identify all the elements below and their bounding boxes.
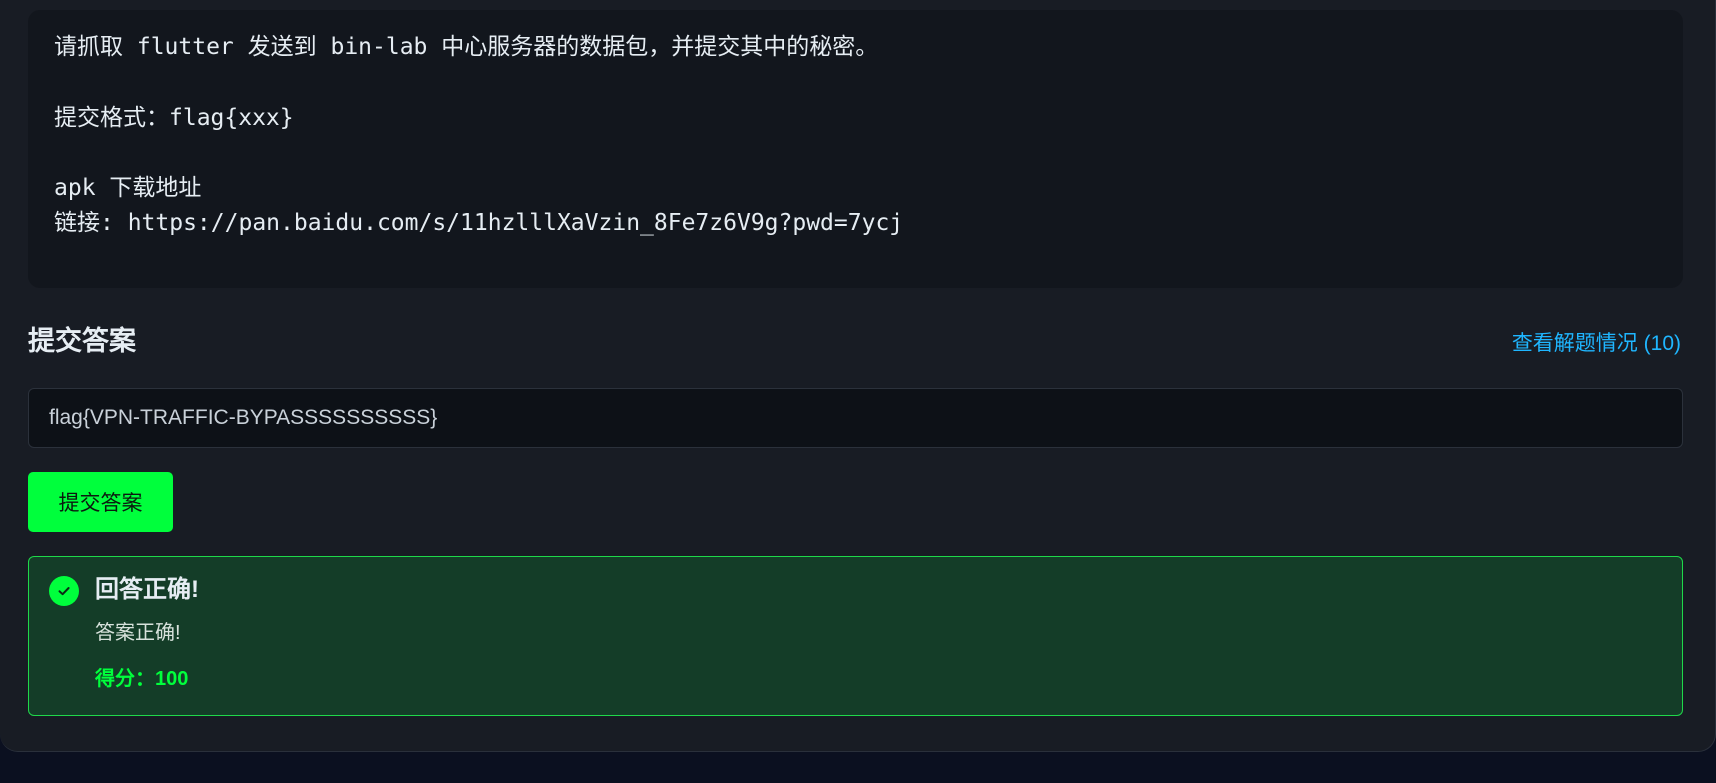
description-line: 请抓取 flutter 发送到 bin-lab 中心服务器的数据包，并提交其中的… [54,34,879,60]
result-alert: 回答正确! 答案正确! 得分：100 [28,556,1683,716]
result-message: 答案正确! [95,622,181,644]
description-line: apk 下载地址 [54,175,202,201]
submit-section-title: 提交答案 [28,326,136,356]
result-score: 得分：100 [95,668,189,690]
submit-answer-button[interactable]: 提交答案 [28,472,173,532]
description-line: 提交格式：flag{xxx} [54,105,294,131]
view-solves-link[interactable]: 查看解题情况 (10) [1512,333,1681,354]
check-circle-icon [49,576,79,606]
description-line: 链接: https://pan.baidu.com/s/11hzlllXaVzi… [54,210,904,236]
challenge-description: 请抓取 flutter 发送到 bin-lab 中心服务器的数据包，并提交其中的… [28,10,1683,288]
answer-input[interactable] [28,388,1683,448]
result-title: 回答正确! [95,576,199,603]
challenge-panel: 请抓取 flutter 发送到 bin-lab 中心服务器的数据包，并提交其中的… [0,0,1716,752]
